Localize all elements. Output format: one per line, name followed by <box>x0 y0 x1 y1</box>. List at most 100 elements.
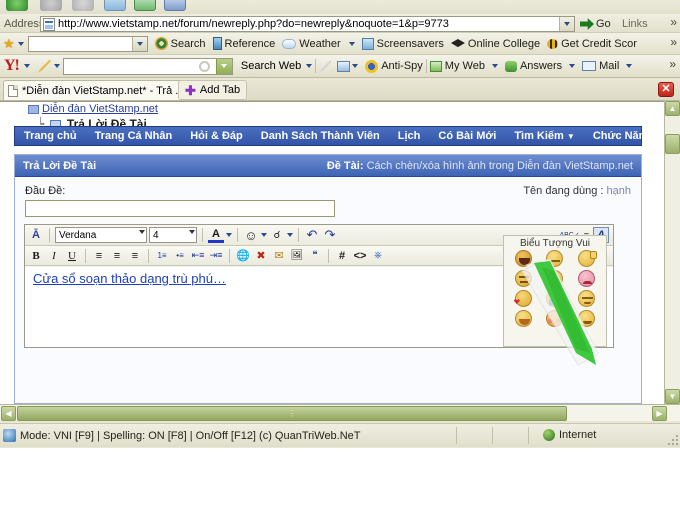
chevron-down-icon[interactable] <box>53 64 60 68</box>
redo-icon[interactable]: ↷ <box>322 227 338 243</box>
back-button-icon[interactable] <box>6 0 28 11</box>
toolbar-item-credit-score[interactable]: Get Credit Scor <box>547 38 637 50</box>
yahoo-search-dropdown[interactable] <box>215 58 232 74</box>
envelope-icon <box>582 61 597 71</box>
italic-button[interactable]: I <box>46 248 62 264</box>
favorites-dropdown-icon[interactable] <box>17 41 24 46</box>
ordered-list-button[interactable]: 1≡ <box>154 248 170 264</box>
underline-button[interactable]: U <box>64 248 80 264</box>
font-family-select[interactable]: Verdana <box>55 227 147 243</box>
yahoo-toolbar-overflow-chevron-icon[interactable]: » <box>669 57 676 71</box>
scroll-up-button[interactable]: ▲ <box>665 101 680 116</box>
chevron-down-icon[interactable] <box>348 41 355 46</box>
bold-button[interactable]: B <box>28 248 44 264</box>
yahoo-menu-dropdown-icon[interactable] <box>23 64 30 68</box>
forward-button-icon[interactable] <box>40 0 62 11</box>
partner-search-dropdown[interactable] <box>131 36 147 51</box>
insert-link-button[interactable]: 🌐 <box>235 248 251 264</box>
refresh-button-icon[interactable] <box>104 0 126 11</box>
links-label[interactable]: Links <box>622 18 648 30</box>
toolbar-item-my-web[interactable]: My Web <box>429 60 498 72</box>
insert-email-button[interactable]: ✉ <box>271 248 287 264</box>
nav-item-home[interactable]: Trang chủ <box>15 130 86 142</box>
align-right-button[interactable]: ≡ <box>127 248 143 264</box>
nav-item-search[interactable]: Tìm Kiếm ▼ <box>505 130 584 142</box>
chevron-down-icon[interactable] <box>352 64 359 68</box>
toolbar-item-reference[interactable]: Reference <box>212 37 275 50</box>
add-tab-button[interactable]: ✚ Add Tab <box>178 80 248 100</box>
toolbar-item-label: Search <box>170 37 206 50</box>
go-button[interactable]: Go <box>580 16 611 32</box>
favorites-star-icon[interactable]: ★ <box>3 36 15 52</box>
tab-active[interactable]: *Diễn đàn VietStamp.net* - Trả ... <box>3 80 193 100</box>
nav-item-faq[interactable]: Hỏi & Đáp <box>181 130 252 142</box>
address-overflow-chevron-icon[interactable]: » <box>670 16 677 28</box>
nav-item-memberlist[interactable]: Danh Sách Thành Viên <box>252 130 389 142</box>
insert-html-button[interactable]: <> <box>352 248 368 264</box>
address-history-dropdown[interactable] <box>559 17 574 31</box>
insert-quote-button[interactable]: ❝ <box>307 248 323 264</box>
page-vertical-scrollbar[interactable]: ▲ ▼ <box>664 101 680 404</box>
chevron-down-icon[interactable] <box>226 233 232 237</box>
chevron-down-icon[interactable] <box>626 64 633 68</box>
yahoo-search-input[interactable] <box>62 57 233 75</box>
nav-item-quick-links[interactable]: Chức Năng ▼ <box>584 130 672 142</box>
highlighter-icon[interactable] <box>319 60 332 72</box>
font-size-select[interactable]: 4 <box>149 227 197 243</box>
scroll-right-button[interactable]: ▶ <box>652 406 667 421</box>
chevron-down-icon[interactable] <box>306 64 313 68</box>
insert-image-button[interactable]: 🖼 <box>289 248 305 264</box>
vni-mode-icon[interactable]: Ā <box>28 227 44 243</box>
search-web-button[interactable]: Search Web <box>241 60 301 72</box>
divider <box>202 228 203 242</box>
browser-window: Address http://www.vietstamp.net/forum/n… <box>0 0 680 448</box>
nav-item-calendar[interactable]: Lịch <box>389 130 430 142</box>
vertical-scroll-thumb[interactable] <box>665 134 680 154</box>
address-input[interactable]: http://www.vietstamp.net/forum/newreply.… <box>40 16 575 32</box>
toolbar-item-online-college[interactable]: Online College <box>450 38 540 50</box>
page-horizontal-scrollbar[interactable]: ◀ ⋮ ▶ <box>0 404 680 421</box>
breadcrumb-link-forum[interactable]: Diễn đàn VietStamp.net <box>42 103 158 115</box>
toolbar-item-screensavers[interactable]: Screensavers <box>361 37 444 50</box>
chevron-down-icon[interactable] <box>261 233 267 237</box>
cloud-icon <box>282 38 297 49</box>
horizontal-scroll-thumb[interactable]: ⋮ <box>17 406 567 421</box>
partner-toolbar-overflow-chevron-icon[interactable]: » <box>670 35 677 49</box>
nav-item-new-posts[interactable]: Có Bài Mới <box>429 130 505 142</box>
toolbar-item-search[interactable]: Search <box>154 37 206 50</box>
align-left-button[interactable]: ≡ <box>91 248 107 264</box>
unordered-list-button[interactable]: •≡ <box>172 248 188 264</box>
toolbar-item-answers[interactable]: Answers <box>504 60 576 72</box>
scroll-left-button[interactable]: ◀ <box>1 406 16 421</box>
chevron-down-icon[interactable] <box>491 64 498 68</box>
home-button-icon[interactable] <box>134 0 156 11</box>
chevron-down-icon[interactable] <box>569 64 576 68</box>
insert-code-button[interactable]: # <box>334 248 350 264</box>
pencil-icon[interactable] <box>37 59 51 73</box>
chevron-down-icon[interactable] <box>287 233 293 237</box>
align-center-button[interactable]: ≡ <box>109 248 125 264</box>
smilie-picker-icon[interactable]: ☺ <box>243 227 259 243</box>
tab-title: *Diễn đàn VietStamp.net* - Trả ... <box>22 84 185 97</box>
stop-button-icon[interactable] <box>72 0 94 11</box>
attachment-icon[interactable]: ☌ <box>269 227 285 243</box>
font-color-icon[interactable]: A <box>208 228 224 243</box>
nav-item-profile[interactable]: Trang Cá Nhân <box>86 130 182 142</box>
toolbar-item-anti-spy[interactable]: Anti-Spy <box>365 59 423 73</box>
insert-php-button[interactable]: ⎈ <box>370 248 386 264</box>
security-zone[interactable]: Internet <box>543 429 596 441</box>
toolbar-item-weather[interactable]: Weather <box>282 38 355 50</box>
toolbar-item-mail[interactable]: Mail <box>582 60 633 72</box>
yahoo-logo[interactable]: Y! <box>4 57 20 75</box>
remove-link-button[interactable]: ✖ <box>253 248 269 264</box>
popup-blocker-icon[interactable] <box>337 60 351 72</box>
media-button-icon[interactable] <box>164 0 186 11</box>
close-tab-button[interactable]: ✕ <box>658 82 674 97</box>
subject-input[interactable] <box>25 200 335 217</box>
indent-button[interactable]: ⇥≡ <box>208 248 224 264</box>
undo-icon[interactable]: ↶ <box>304 227 320 243</box>
scroll-down-button[interactable]: ▼ <box>665 389 680 404</box>
partner-search-input[interactable] <box>27 35 148 52</box>
outdent-button[interactable]: ⇤≡ <box>190 248 206 264</box>
window-resize-grip[interactable] <box>668 435 678 445</box>
